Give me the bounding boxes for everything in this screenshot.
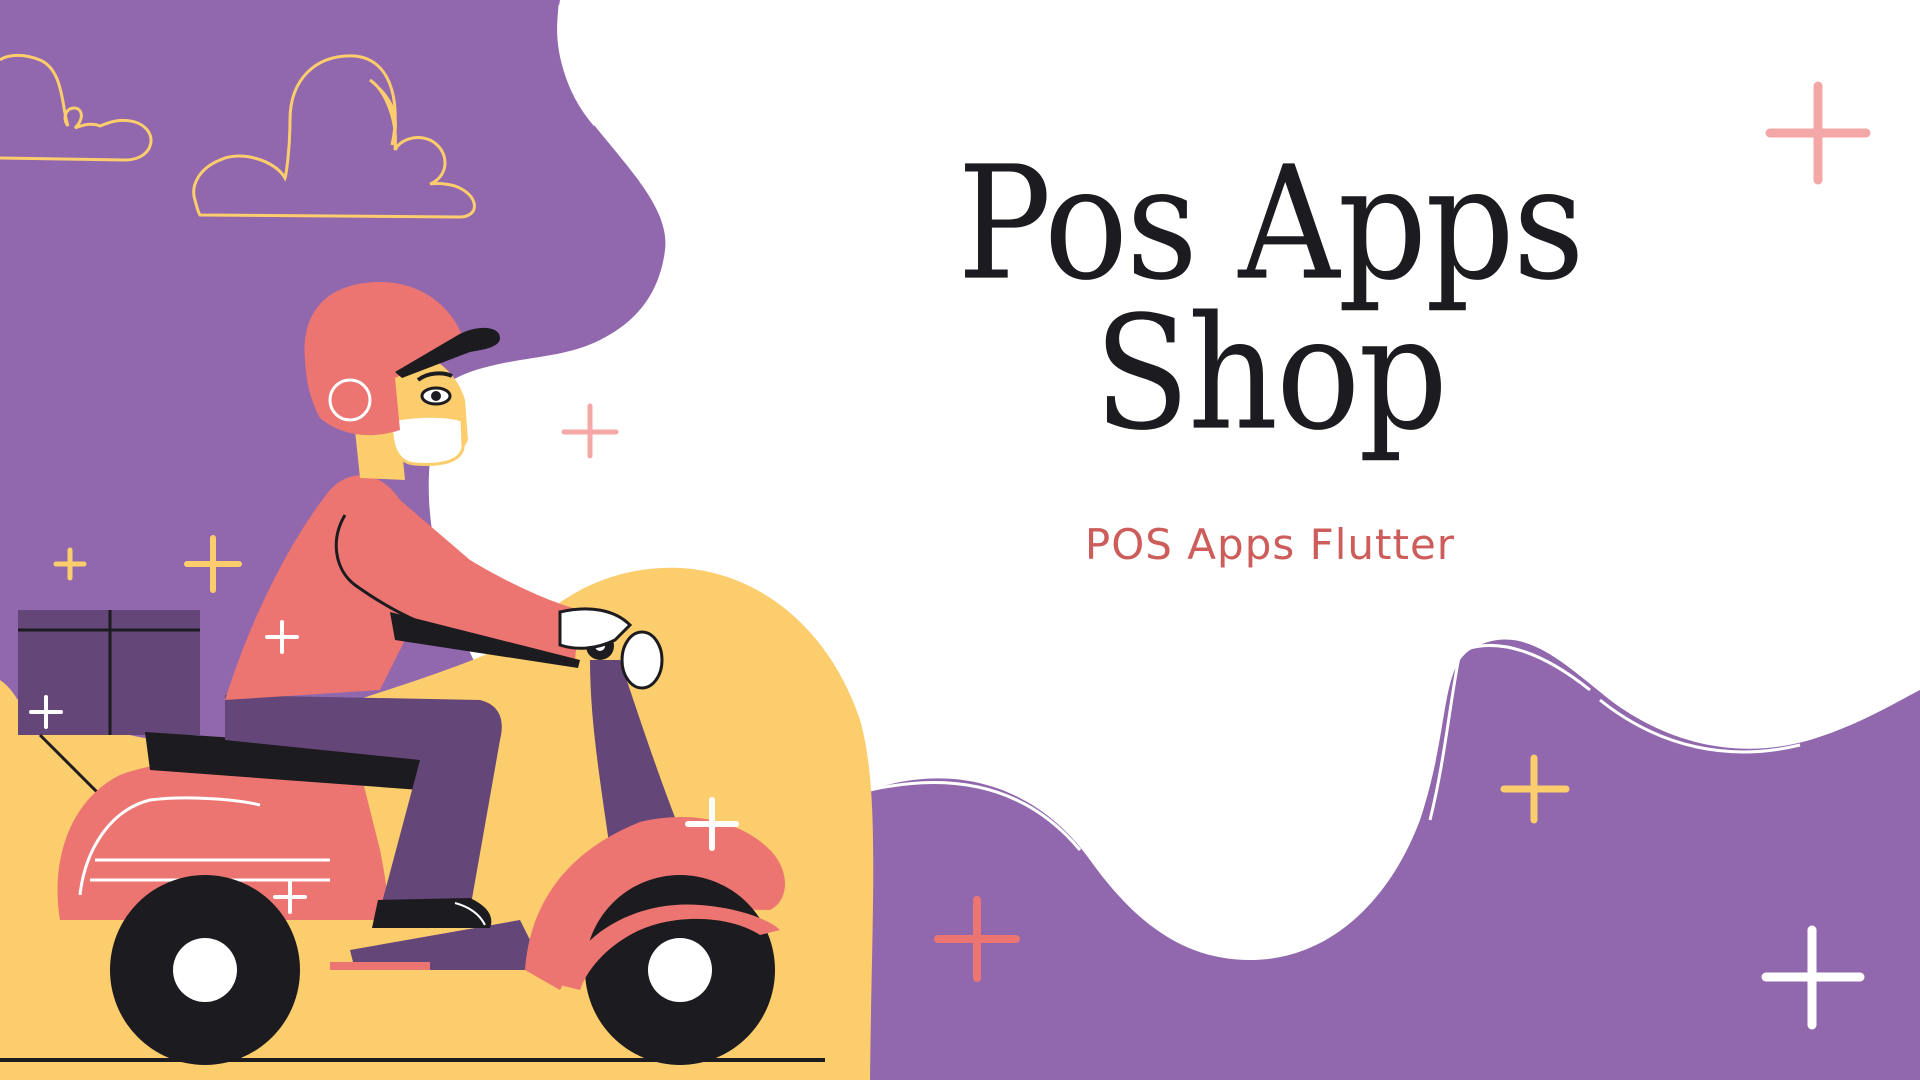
page-subtitle: POS Apps Flutter — [1084, 520, 1456, 569]
sparkle-plus-icon — [561, 403, 619, 459]
sparkle-plus-icon — [1765, 81, 1871, 185]
purple-background-right — [870, 639, 1920, 1080]
title-block: Pos Apps Shop — [860, 140, 1680, 458]
page-title-line-2: Shop — [1094, 283, 1448, 466]
